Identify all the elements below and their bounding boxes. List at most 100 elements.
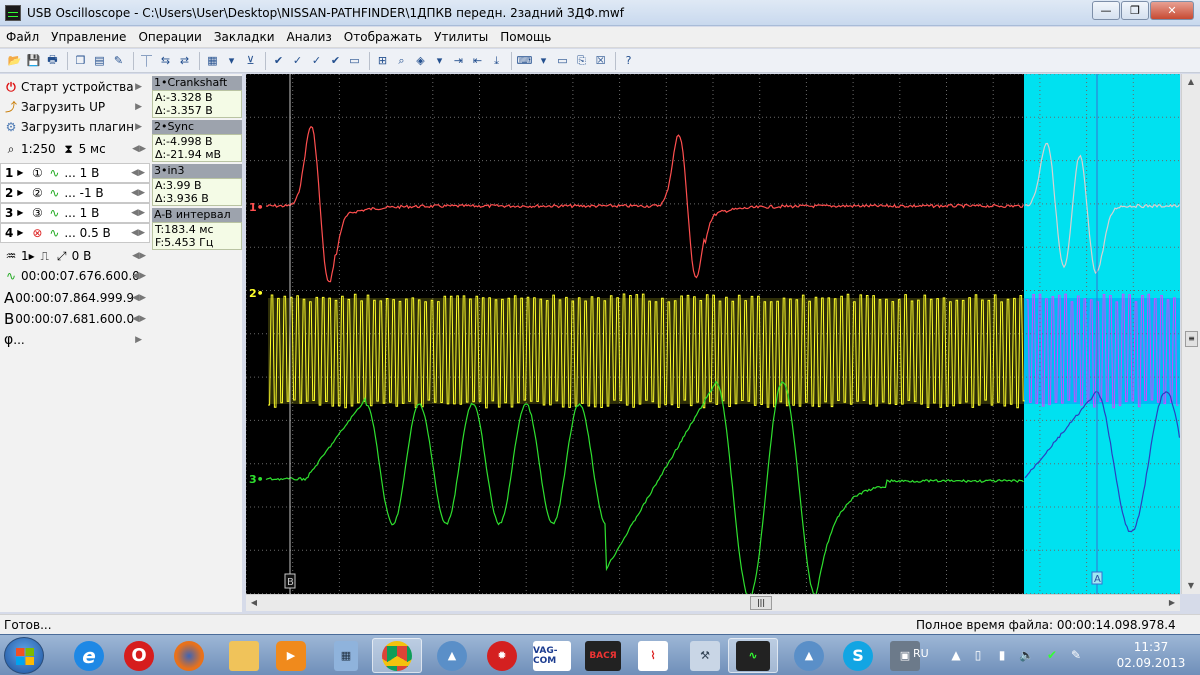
taskbar-oscilloscope[interactable]: ∿	[728, 638, 778, 673]
clock[interactable]: 11:37 02.09.2013	[1111, 639, 1191, 671]
step-icon[interactable]: ⇥	[450, 52, 467, 69]
tray-pen-icon[interactable]: ✎	[1069, 648, 1083, 662]
save-icon[interactable]: 💾	[25, 52, 42, 69]
up-down-icon[interactable]: ◀▶	[132, 293, 146, 303]
channel-1-row[interactable]: 1 ▶ ① ∿ ... 1 В ◀▶	[0, 163, 150, 183]
start-button[interactable]	[4, 637, 44, 674]
channel-2-marker[interactable]: 2•	[249, 287, 264, 300]
up-down-icon[interactable]: ◀▶	[131, 168, 145, 178]
menu-control[interactable]: Управление	[45, 30, 132, 44]
taskbar-chrome[interactable]	[372, 638, 422, 673]
horizontal-scroll-thumb[interactable]: |||	[750, 596, 772, 610]
trigger-time-row[interactable]: ∿ 00:00:07.676.600.0 ◀▶	[0, 266, 150, 286]
copy-icon[interactable]: ❐	[72, 52, 89, 69]
trigger-icon[interactable]: ⏉	[138, 52, 155, 69]
tray-check-icon[interactable]: ✔	[1045, 648, 1059, 662]
taskbar-explorer[interactable]	[219, 638, 269, 673]
tray-arrow-icon[interactable]: ▲	[949, 648, 963, 662]
open-icon[interactable]: 📂	[6, 52, 23, 69]
paste-icon[interactable]: ▤	[91, 52, 108, 69]
up-down-icon[interactable]: ◀▶	[132, 314, 146, 324]
up-down-icon[interactable]: ◀▶	[131, 188, 145, 198]
channel-1-marker[interactable]: 1•	[249, 201, 264, 214]
help-icon[interactable]: ?	[620, 52, 637, 69]
up-down-icon[interactable]: ◀▶	[131, 208, 145, 218]
marker-icon[interactable]: ⊻	[242, 52, 259, 69]
up-down-icon[interactable]: ◀▶	[132, 271, 146, 281]
disabled-icon[interactable]: ☒	[592, 52, 609, 69]
taskbar-app-triangle[interactable]: ▲	[427, 638, 477, 673]
taskbar-vag-com[interactable]: VAG-COM	[527, 638, 577, 673]
zoom-timebase-row[interactable]: ⌕ 1:250 ⧗ 5 мс ◀▶	[0, 139, 150, 159]
cursor-b-row[interactable]: B 00:00:07.681.600.0 ◀▶	[0, 309, 150, 329]
maximize-button[interactable]: ❐	[1121, 1, 1149, 20]
volume-icon[interactable]: 🔈	[1019, 648, 1034, 662]
horizontal-scrollbar[interactable]: ◀ ||| ▶	[246, 594, 1180, 611]
channel-4-row[interactable]: 4 ▶ ⊗ ∿ ... 0.5 В ◀▶	[0, 223, 150, 243]
phase-row[interactable]: φ ... ▶	[0, 330, 150, 350]
taskbar-opera[interactable]: O	[114, 638, 164, 673]
grid-icon[interactable]: ▦	[204, 52, 221, 69]
channel-3-row[interactable]: 3 ▶ ③ ∿ ... 1 В ◀▶	[0, 203, 150, 223]
taskbar-skype[interactable]: S	[833, 638, 883, 673]
network-icon[interactable]: ▮	[995, 648, 1009, 662]
fit-icon[interactable]: ⇄	[176, 52, 193, 69]
start-device-button[interactable]: ⏻ Старт устройства ▶	[0, 77, 150, 97]
oscilloscope-display[interactable]: B A 1• 2• 3•	[246, 74, 1180, 594]
taskbar-vasya[interactable]: ВАСЯ	[578, 638, 628, 673]
channel-3-marker[interactable]: 3•	[249, 473, 264, 486]
vertical-scrollbar[interactable]: ▲ ≡ ▼	[1181, 74, 1200, 594]
taskbar-firefox[interactable]	[164, 638, 214, 673]
load-up-button[interactable]: ⤴ Загрузить UP ▶	[0, 97, 150, 117]
minimize-button[interactable]: —	[1092, 1, 1120, 20]
cursor-a-row[interactable]: A 00:00:07.864.999.9 ◀▶	[0, 288, 150, 308]
channel-icon[interactable]: ▭	[346, 52, 363, 69]
menu-help[interactable]: Помощь	[494, 30, 557, 44]
check-down-icon[interactable]: ✓	[289, 52, 306, 69]
check-up-icon[interactable]: ✓	[308, 52, 325, 69]
vertical-scroll-thumb[interactable]: ≡	[1185, 331, 1198, 347]
print-icon[interactable]: 🖶	[44, 52, 61, 69]
scroll-down-icon[interactable]: ▼	[1182, 578, 1200, 594]
waveform-canvas[interactable]: B A 1• 2• 3•	[246, 74, 1180, 594]
taskbar-calculator[interactable]: ▦	[321, 638, 371, 673]
language-indicator[interactable]: RU	[913, 647, 929, 660]
tray-device-icon[interactable]: ▯	[971, 648, 985, 662]
channel-2-row[interactable]: 2 ▶ ② ∿ ... -1 В ◀▶	[0, 183, 150, 203]
scroll-right-icon[interactable]: ▶	[1164, 595, 1180, 611]
up-down-icon[interactable]: ◀▶	[131, 228, 145, 238]
close-button[interactable]: ✕	[1150, 1, 1194, 20]
taskbar-ie[interactable]: e	[64, 638, 114, 673]
scroll-left-icon[interactable]: ◀	[246, 595, 262, 611]
check-cursor-icon[interactable]: ✔	[327, 52, 344, 69]
trigger-row[interactable]: ♒ 1▸ ⎍ ⤢ 0 В ◀▶	[0, 246, 150, 266]
menu-file[interactable]: Файл	[0, 30, 45, 44]
menu-utilities[interactable]: Утилиты	[428, 30, 494, 44]
export-icon[interactable]: ⎘	[573, 52, 590, 69]
tool-icon[interactable]: ✎	[110, 52, 127, 69]
check-icon[interactable]: ✔	[270, 52, 287, 69]
scroll-up-icon[interactable]: ▲	[1182, 74, 1200, 90]
menu-bookmarks[interactable]: Закладки	[208, 30, 281, 44]
record-icon[interactable]: ◈	[412, 52, 429, 69]
keyboard-icon[interactable]: ⌨	[516, 52, 533, 69]
up-down-icon[interactable]: ◀▶	[132, 144, 146, 154]
stretch-icon[interactable]: ⇆	[157, 52, 174, 69]
taskbar-app-tools[interactable]: ⚒	[680, 638, 730, 673]
taskbar-app-red[interactable]: ✹	[477, 638, 527, 673]
zoom-region-icon[interactable]: ⊞	[374, 52, 391, 69]
zoom-icon[interactable]: ⌕	[393, 52, 410, 69]
step-back-icon[interactable]: ⇤	[469, 52, 486, 69]
dropdown-icon[interactable]: ▾	[431, 52, 448, 69]
taskbar-media[interactable]: ▶	[266, 638, 316, 673]
taskbar-app-graph[interactable]: ⌇	[628, 638, 678, 673]
load-plugin-button[interactable]: ⚙ Загрузить плагин ▶	[0, 117, 150, 137]
monitor-icon[interactable]: ▭	[554, 52, 571, 69]
dropdown-icon[interactable]: ▾	[223, 52, 240, 69]
menu-analysis[interactable]: Анализ	[281, 30, 338, 44]
taskbar-app-triangle-2[interactable]: ▲	[784, 638, 834, 673]
menu-operations[interactable]: Операции	[132, 30, 207, 44]
menu-display[interactable]: Отображать	[338, 30, 428, 44]
jump-icon[interactable]: ⤓	[488, 52, 505, 69]
dropdown-icon[interactable]: ▾	[535, 52, 552, 69]
